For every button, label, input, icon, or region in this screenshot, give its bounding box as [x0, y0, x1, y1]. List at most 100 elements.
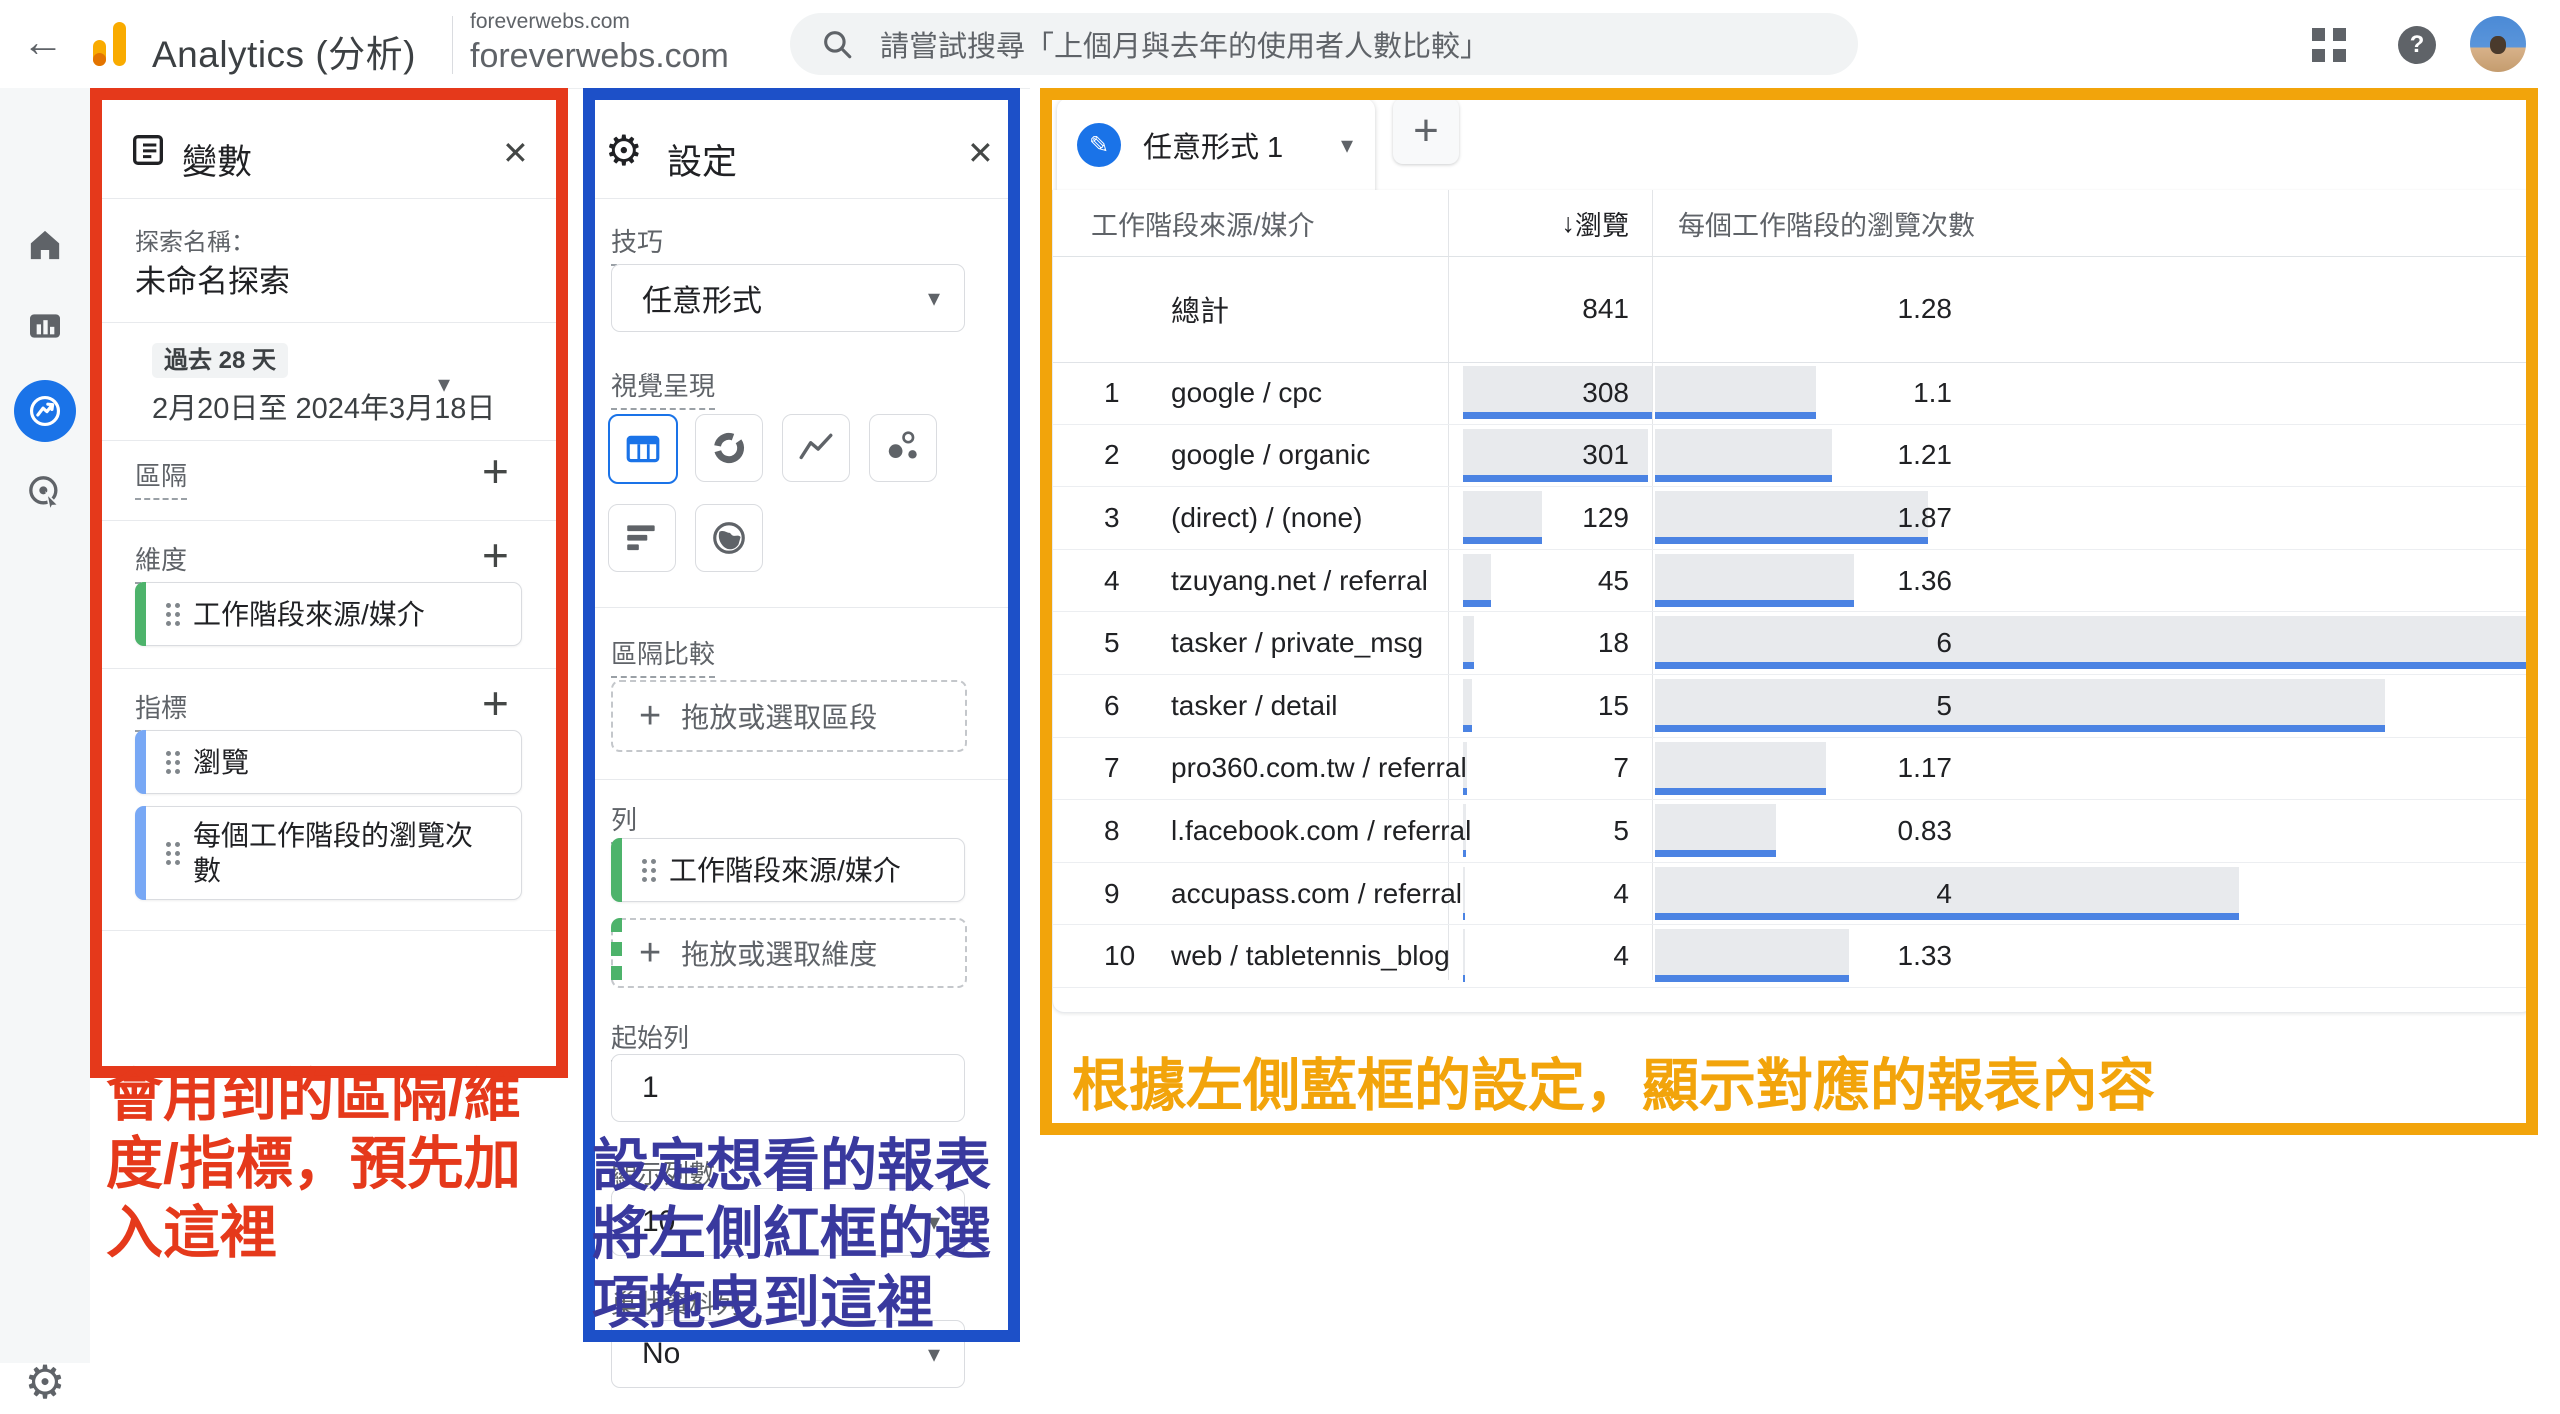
table-row[interactable]: 6 tasker / detail 15 5	[1053, 675, 2533, 738]
start-row-input[interactable]: 1	[611, 1054, 965, 1122]
nested-rows-select[interactable]: No ▾	[611, 1320, 965, 1388]
nav-reports-button[interactable]	[0, 294, 90, 358]
table-row[interactable]: 4 tzuyang.net / referral 45 1.36	[1053, 550, 2533, 613]
column-header-views[interactable]: ↓瀏覽	[1453, 190, 1629, 256]
tab-settings-panel: ⚙ 設定 ✕ 技巧 任意形式 ▾ 視覺呈現	[583, 88, 1020, 1363]
table-row[interactable]: 3 (direct) / (none) 129 1.87	[1053, 487, 2533, 550]
row-chip-label: 工作階段來源/媒介	[669, 853, 901, 888]
row-source: web / tabletennis_blog	[1171, 925, 1450, 987]
row-rank: 10	[1104, 925, 1135, 987]
technique-select[interactable]: 任意形式 ▾	[611, 264, 965, 332]
close-icon[interactable]: ✕	[502, 134, 529, 172]
viz-donut-button[interactable]	[695, 414, 763, 482]
search-placeholder: 請嘗試搜尋「上個月與去年的使用者人數比較」	[880, 23, 1489, 65]
drag-handle-icon[interactable]	[642, 859, 647, 864]
top-app-bar: ← Analytics (分析) foreverwebs.com forever…	[0, 0, 2560, 89]
drag-handle-icon[interactable]	[166, 751, 171, 756]
row-vps: 1.17	[1654, 738, 1952, 800]
add-segment-button[interactable]: +	[482, 448, 509, 494]
table-row[interactable]: 10 web / tabletennis_blog 4 1.33	[1053, 925, 2533, 988]
metric-chip-label: 瀏覽	[193, 745, 249, 780]
row-views: 301	[1453, 425, 1629, 487]
totals-views: 841	[1453, 256, 1629, 362]
table-row[interactable]: 8 l.facebook.com / referral 5 0.83	[1053, 800, 2533, 863]
exploration-name-label: 探索名稱：	[135, 222, 255, 257]
row-rank: 8	[1104, 800, 1120, 862]
row-views: 7	[1453, 738, 1629, 800]
dimension-drop-zone[interactable]: + 拖放或選取維度	[611, 918, 967, 988]
metric-accent	[135, 806, 146, 900]
show-rows-input[interactable]: 10 ▾	[611, 1188, 965, 1256]
column-header-vps[interactable]: 每個工作階段的瀏覽次數	[1678, 190, 1975, 256]
table-row[interactable]: 9 accupass.com / referral 4 4	[1053, 863, 2533, 926]
viz-scatter-button[interactable]	[869, 414, 937, 482]
chevron-down-icon[interactable]: ▾	[438, 370, 450, 399]
row-views: 5	[1453, 800, 1629, 862]
chevron-down-icon[interactable]: ▾	[1341, 131, 1353, 160]
row-views: 45	[1453, 550, 1629, 612]
nav-explore-button[interactable]	[0, 379, 90, 443]
row-dimension-chip[interactable]: 工作階段來源/媒介	[611, 838, 965, 902]
viz-table-button[interactable]	[608, 414, 678, 484]
table-row[interactable]: 1 google / cpc 308 1.1	[1053, 362, 2533, 425]
add-dimension-button[interactable]: +	[482, 532, 509, 578]
add-metric-button[interactable]: +	[482, 680, 509, 726]
row-vps: 6	[1654, 612, 1952, 674]
nav-admin-button[interactable]: ⚙	[0, 1350, 90, 1414]
close-icon[interactable]: ✕	[967, 134, 994, 172]
nav-home-button[interactable]	[0, 213, 90, 277]
explore-icon	[26, 392, 64, 430]
table-row[interactable]: 2 google / organic 301 1.21	[1053, 425, 2533, 488]
technique-label: 技巧	[611, 222, 663, 266]
dimensions-label: 維度	[135, 540, 187, 584]
metric-chip[interactable]: 每個工作階段的瀏覽次數	[135, 806, 522, 900]
tab-freeform[interactable]: ✎ 任意形式 1 ▾	[1057, 98, 1375, 192]
plus-icon: +	[639, 695, 661, 738]
row-rank: 7	[1104, 738, 1120, 800]
viz-bar-button[interactable]	[608, 504, 676, 572]
row-source: tzuyang.net / referral	[1171, 550, 1428, 612]
row-source: accupass.com / referral	[1171, 863, 1462, 925]
donut-chart-icon	[710, 429, 748, 467]
viz-line-button[interactable]	[782, 414, 850, 482]
freeform-table: 工作階段來源/媒介 ↓瀏覽 每個工作階段的瀏覽次數 總計 841 1.28 1	[1052, 190, 2534, 1013]
settings-title: 設定	[667, 134, 737, 185]
segment-comparison-label: 區隔比較	[611, 634, 715, 678]
bar-chart-icon	[25, 306, 65, 346]
variables-panel-icon	[128, 130, 168, 170]
chevron-down-icon: ▾	[928, 1340, 940, 1369]
row-vps: 1.87	[1654, 487, 1952, 549]
exploration-name-value[interactable]: 未命名探索	[135, 256, 290, 301]
account-switcher[interactable]: foreverwebs.com foreverwebs.com	[470, 10, 729, 76]
search-bar[interactable]: 請嘗試搜尋「上個月與去年的使用者人數比較」	[790, 13, 1858, 75]
dimension-chip[interactable]: 工作階段來源/媒介	[135, 582, 522, 646]
gear-icon: ⚙	[24, 1355, 65, 1409]
chevron-down-icon: ▾	[928, 1208, 940, 1237]
technique-value: 任意形式	[642, 276, 762, 320]
pencil-icon: ✎	[1077, 123, 1121, 167]
back-icon[interactable]: ←	[22, 18, 64, 66]
segment-drop-zone[interactable]: + 拖放或選取區段	[611, 680, 967, 752]
table-row[interactable]: 7 pro360.com.tw / referral 7 1.17	[1053, 738, 2533, 801]
user-avatar[interactable]	[2470, 16, 2526, 72]
table-row[interactable]: 5 tasker / private_msg 18 6	[1053, 612, 2533, 675]
row-vps: 0.83	[1654, 800, 1952, 862]
nav-advertising-button[interactable]	[0, 460, 90, 524]
date-badge: 過去 28 天	[152, 343, 288, 378]
row-source: l.facebook.com / referral	[1171, 800, 1471, 862]
metric-accent	[135, 730, 146, 794]
row-views: 15	[1453, 675, 1629, 737]
metric-chip[interactable]: 瀏覽	[135, 730, 522, 794]
add-tab-button[interactable]: +	[1393, 98, 1459, 164]
visualization-label: 視覺呈現	[611, 366, 715, 410]
apps-grid-icon[interactable]	[2312, 28, 2346, 62]
column-header-source[interactable]: 工作階段來源/媒介	[1091, 190, 1315, 256]
row-source: tasker / private_msg	[1171, 612, 1423, 674]
drag-handle-icon[interactable]	[166, 603, 171, 608]
nested-rows-value: No	[642, 1337, 680, 1371]
row-rank: 4	[1104, 550, 1120, 612]
help-icon[interactable]: ?	[2398, 26, 2436, 64]
drag-handle-icon[interactable]	[166, 842, 171, 847]
row-source: google / cpc	[1171, 362, 1322, 424]
viz-geo-button[interactable]	[695, 504, 763, 572]
